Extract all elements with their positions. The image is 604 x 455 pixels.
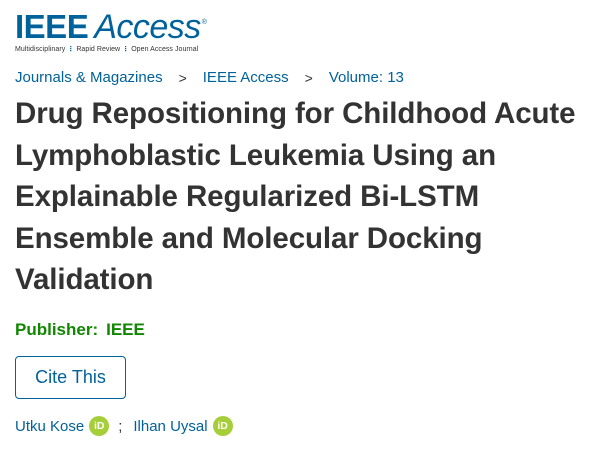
ieee-access-logo[interactable]: IEEE Access ® Multidisciplinary ⋮ Rapid … bbox=[15, 8, 207, 54]
breadcrumb: Journals & Magazines > IEEE Access > Vol… bbox=[15, 69, 404, 86]
author-separator: ; bbox=[118, 417, 123, 435]
publisher-value: IEEE bbox=[106, 320, 145, 339]
author-list: Utku Kose iD ; Ilhan Uysal iD bbox=[15, 416, 233, 436]
logo-tagline: Multidisciplinary ⋮ Rapid Review ⋮ Open … bbox=[15, 45, 207, 53]
author-link[interactable]: Ilhan Uysal bbox=[133, 418, 207, 435]
cite-this-button[interactable]: Cite This bbox=[15, 356, 126, 399]
tagline-part: Rapid Review bbox=[76, 46, 121, 53]
logo-trademark: ® bbox=[201, 19, 207, 26]
logo-ieee-text: IEEE bbox=[15, 8, 89, 45]
logo-access-text: Access bbox=[94, 8, 201, 46]
publisher-label: Publisher: bbox=[15, 320, 99, 339]
orcid-icon[interactable]: iD bbox=[212, 416, 233, 436]
article-title: Drug Repositioning for Childhood Acute L… bbox=[15, 97, 576, 296]
breadcrumb-separator: > bbox=[304, 69, 313, 86]
breadcrumb-journals-magazines[interactable]: Journals & Magazines bbox=[15, 69, 163, 86]
breadcrumb-volume[interactable]: Volume: 13 bbox=[329, 69, 404, 86]
logo-wordmark: IEEE Access ® bbox=[15, 8, 207, 46]
tagline-separator: ⋮ bbox=[67, 46, 75, 53]
tagline-part: Open Access Journal bbox=[131, 46, 199, 53]
tagline-separator: ⋮ bbox=[122, 46, 130, 53]
tagline-part: Multidisciplinary bbox=[15, 46, 66, 53]
orcid-icon[interactable]: iD bbox=[89, 416, 110, 436]
author-link[interactable]: Utku Kose bbox=[15, 418, 84, 435]
publisher-line: Publisher: IEEE bbox=[15, 320, 145, 340]
breadcrumb-separator: > bbox=[178, 69, 187, 86]
breadcrumb-ieee-access[interactable]: IEEE Access bbox=[203, 69, 289, 86]
